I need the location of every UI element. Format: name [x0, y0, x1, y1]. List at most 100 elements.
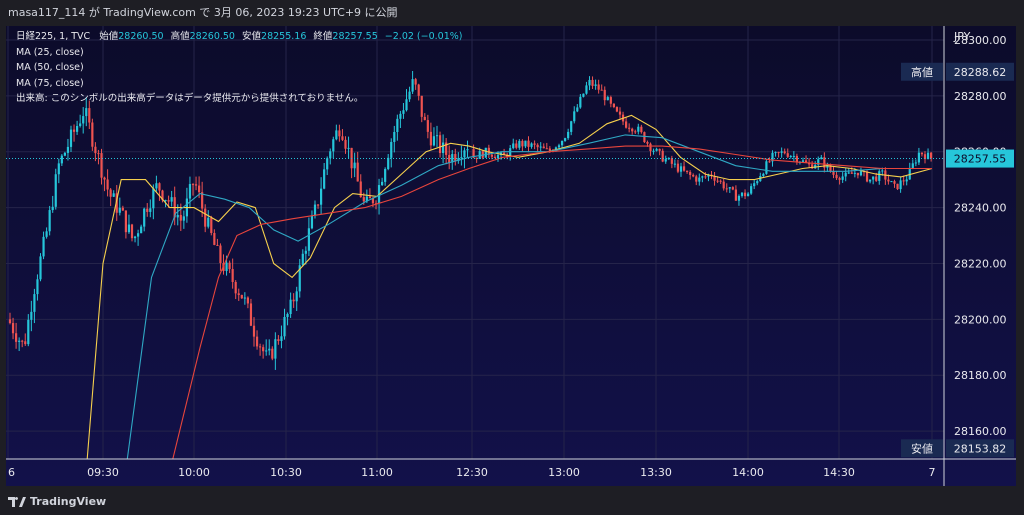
candle-body	[277, 339, 280, 342]
candle-body	[722, 181, 725, 189]
candle-body	[118, 207, 121, 213]
candle-body	[72, 129, 76, 132]
candle-body	[155, 183, 158, 189]
candle-body	[341, 136, 344, 140]
candle-body	[795, 155, 798, 162]
candle-body	[188, 184, 192, 199]
candle-body	[643, 132, 646, 143]
candle-body	[255, 336, 259, 347]
candle-body	[768, 161, 771, 163]
ma50-legend[interactable]: MA (50, close)	[16, 60, 462, 76]
x-tick-label: 14:30	[823, 466, 855, 479]
candle-body	[631, 128, 634, 132]
high-tag-value: 28288.62	[954, 66, 1007, 79]
candle-body	[753, 183, 756, 187]
candle-body	[774, 152, 777, 154]
candle-body	[85, 108, 88, 117]
candle-body	[30, 311, 33, 320]
candle-body	[313, 204, 317, 216]
candle-body	[728, 187, 731, 189]
open-value: 28260.50	[118, 31, 164, 42]
candle-body	[448, 154, 451, 163]
candle-body	[280, 336, 283, 342]
candle-body	[176, 214, 179, 218]
tradingview-logo-icon	[8, 497, 26, 507]
candle-body	[564, 138, 567, 141]
candle-body	[320, 188, 323, 205]
candle-body	[917, 152, 920, 163]
candle-body	[463, 150, 466, 158]
ma25-legend[interactable]: MA (25, close)	[16, 45, 462, 61]
candle-body	[356, 162, 359, 182]
close-value: 28257.55	[332, 31, 378, 42]
candle-body	[42, 236, 45, 257]
candle-body	[130, 224, 134, 239]
candle-body	[182, 216, 185, 221]
candle-body	[719, 180, 722, 182]
candle-body	[847, 172, 850, 174]
candle-body	[914, 162, 917, 164]
candle-body	[91, 122, 94, 147]
candle-body	[893, 181, 896, 184]
y-tick-label: 28220.00	[954, 257, 1007, 270]
candle-body	[493, 156, 497, 159]
candle-body	[60, 155, 63, 164]
candle-body	[225, 262, 228, 272]
candle-body	[743, 192, 747, 197]
candle-body	[88, 108, 91, 123]
candle-body	[899, 180, 902, 190]
candle-body	[853, 172, 856, 174]
x-tick-label: 6	[8, 466, 15, 479]
chart-pane[interactable]: JPY 28160.00 28180.00 28200.00 28220.00 28240…	[6, 26, 1016, 486]
candle-body	[533, 143, 536, 145]
candle-body	[490, 154, 493, 157]
candle-body	[890, 181, 893, 183]
candle-body	[600, 89, 603, 91]
candle-body	[210, 217, 213, 233]
candle-body	[734, 189, 737, 201]
y-tick-label: 28240.00	[954, 202, 1007, 215]
candle-body	[612, 103, 615, 108]
candle-body	[786, 153, 789, 157]
candle-body	[789, 155, 792, 157]
x-tick-label: 14:00	[732, 466, 764, 479]
x-tick-label: 09:30	[87, 466, 119, 479]
candle-body	[271, 348, 274, 359]
candle-body	[393, 132, 396, 142]
candle-body	[557, 145, 561, 148]
candle-body	[39, 256, 42, 280]
candle-body	[856, 172, 859, 176]
candle-body	[637, 126, 640, 132]
candle-body	[167, 200, 170, 202]
symbol-name[interactable]: 日経225, 1, TVC	[16, 31, 90, 42]
candle-body	[262, 347, 265, 352]
candle-body	[140, 226, 143, 234]
candle-body	[756, 181, 759, 184]
ma75-legend[interactable]: MA (75, close)	[16, 76, 462, 92]
candle-body	[454, 154, 457, 162]
candle-body	[381, 181, 384, 186]
candle-body	[274, 339, 277, 359]
candle-body	[191, 184, 195, 186]
candle-body	[747, 193, 750, 197]
candle-body	[582, 93, 585, 97]
candle-body	[323, 169, 326, 189]
candle-body	[249, 303, 253, 326]
x-tick-label: 10:00	[178, 466, 210, 479]
candle-body	[289, 299, 292, 315]
candle-body	[841, 176, 844, 180]
candle-body	[21, 340, 24, 342]
y-tick-label: 28180.00	[954, 369, 1007, 382]
candle-body	[268, 348, 271, 351]
candle-body	[548, 148, 551, 151]
candle-body	[716, 180, 719, 182]
candle-body	[133, 236, 137, 239]
candle-body	[603, 89, 606, 101]
tradingview-logo[interactable]: TradingView	[8, 495, 106, 508]
candle-body	[628, 127, 631, 129]
candle-body	[536, 144, 539, 148]
candle-body	[539, 146, 542, 148]
x-tick-label: 10:30	[270, 466, 302, 479]
candle-body	[698, 177, 701, 182]
candle-body	[625, 121, 628, 128]
